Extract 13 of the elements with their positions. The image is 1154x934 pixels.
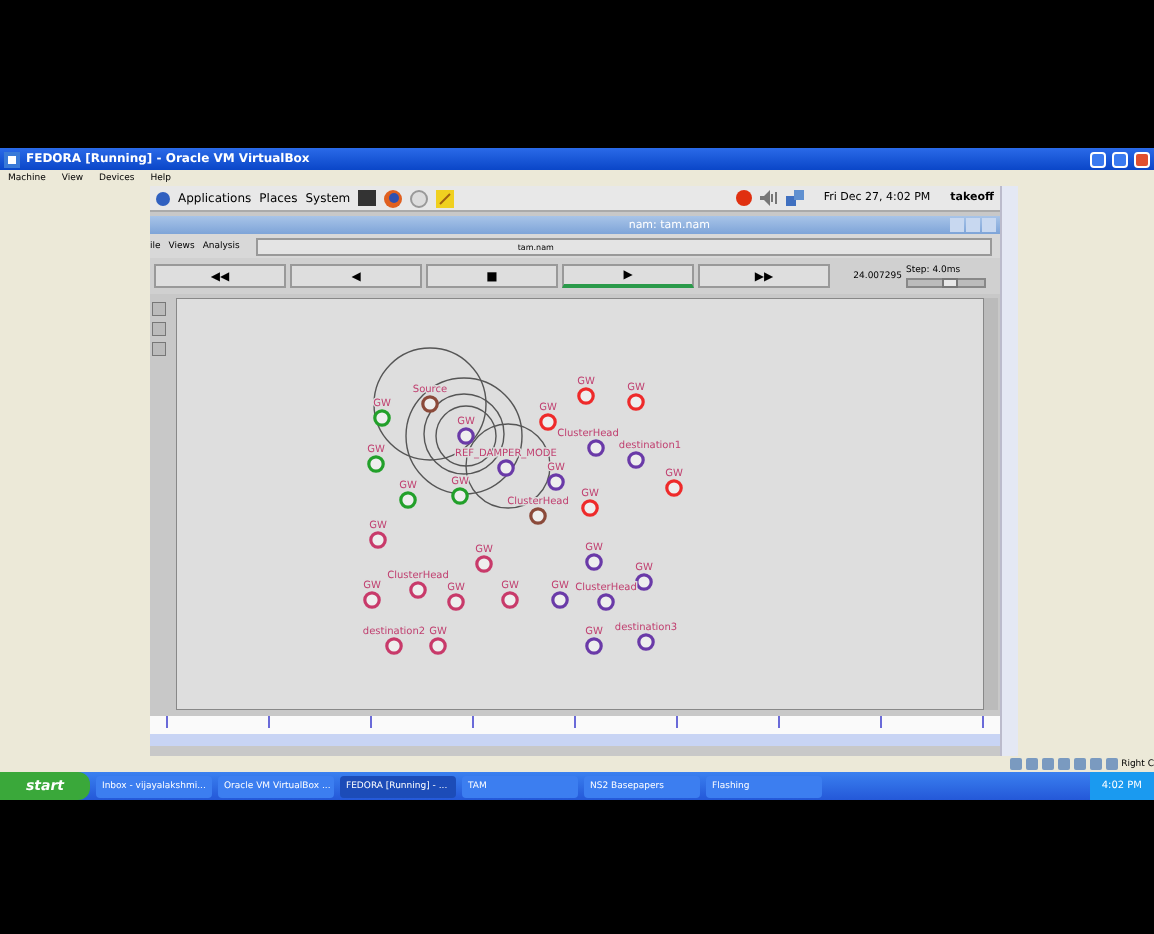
scrollbar[interactable]	[150, 734, 1000, 746]
step-slider[interactable]	[906, 277, 986, 287]
slider-thumb[interactable]	[941, 277, 958, 287]
maximize-button[interactable]	[1112, 151, 1128, 167]
app-icon	[4, 151, 20, 167]
speaker-icon[interactable]	[759, 190, 778, 206]
minimize-button[interactable]	[1090, 151, 1106, 167]
scrollbar[interactable]	[984, 298, 998, 710]
terminal-icon[interactable]	[358, 190, 377, 206]
browser-icon[interactable]	[384, 189, 403, 207]
scrollbar[interactable]	[1000, 186, 1018, 756]
note-icon[interactable]	[436, 189, 455, 207]
close-button[interactable]	[1134, 151, 1150, 167]
